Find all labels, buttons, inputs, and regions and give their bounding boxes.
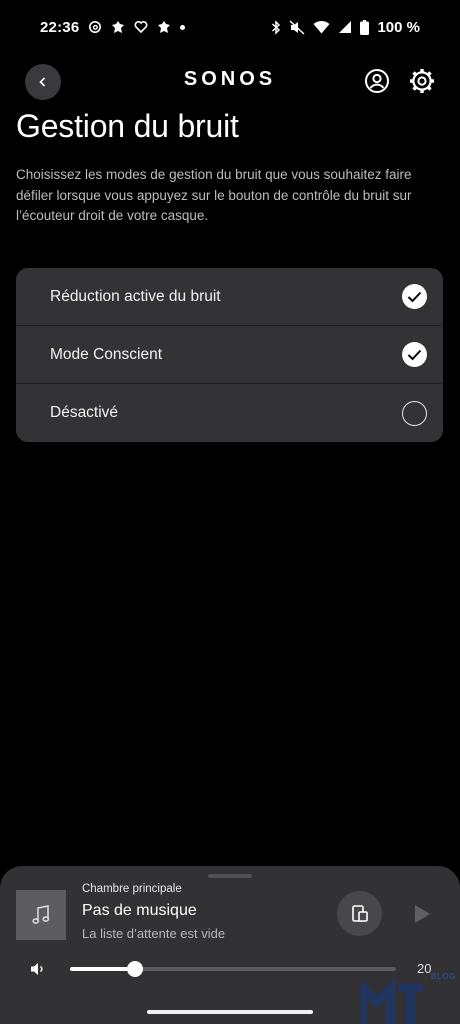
battery-level: 100 % [377,18,420,36]
app-icon [158,21,171,33]
volume-slider-fill [70,967,136,971]
speaker-group-icon [351,904,368,922]
more-notifications-dot [180,24,186,30]
volume-slider-thumb[interactable] [127,961,144,977]
checkmark-icon[interactable] [402,342,427,367]
bluetooth-icon [272,19,281,35]
checkmark-icon[interactable] [402,284,427,309]
app-header: SONOS [0,60,460,104]
battery-icon [360,19,370,35]
option-label: Réduction active du bruit [50,287,221,305]
system-navigation-bar[interactable] [147,1010,313,1014]
noise-mode-list: Réduction active du bruit Mode Conscient… [16,268,443,442]
drag-handle[interactable] [208,874,252,878]
heart-icon [134,21,148,34]
option-active-noise-cancellation[interactable]: Réduction active du bruit [16,268,443,326]
page-description: Choisissez les modes de gestion du bruit… [16,167,412,223]
room-name: Chambre principale [82,883,182,895]
page-title: Gestion du bruit [16,108,239,144]
play-button[interactable] [405,897,439,931]
option-label: Désactivé [50,404,119,421]
option-off[interactable]: Désactivé [16,384,443,442]
brand-logo: SONOS [183,68,277,90]
album-art[interactable] [16,890,66,940]
output-selector-button[interactable] [337,891,382,936]
screen: 22:36 100 % SONOS Gestion du bruit Chois… [0,0,460,1024]
account-icon[interactable] [364,68,390,94]
status-time: 22:36 [40,18,80,36]
music-note-icon [32,905,50,924]
option-aware-mode[interactable]: Mode Conscient [16,326,443,384]
volume-slider[interactable] [70,961,396,977]
watermark-logo: BLOG [358,972,460,1024]
status-bar: 22:36 100 % [0,0,460,54]
mute-icon [289,19,305,35]
volume-icon[interactable] [30,962,46,976]
wifi-icon [313,20,330,34]
queue-status: La liste d’attente est vide [82,926,226,941]
option-label: Mode Conscient [50,345,163,363]
app-icon [112,21,125,33]
empty-circle-icon[interactable] [402,400,427,426]
play-icon [415,905,430,923]
watermark-text: BLOG [430,972,456,981]
gear-icon[interactable] [408,67,436,95]
threads-icon [89,21,102,33]
signal-icon [339,21,352,33]
track-title: Pas de musique [82,902,197,919]
